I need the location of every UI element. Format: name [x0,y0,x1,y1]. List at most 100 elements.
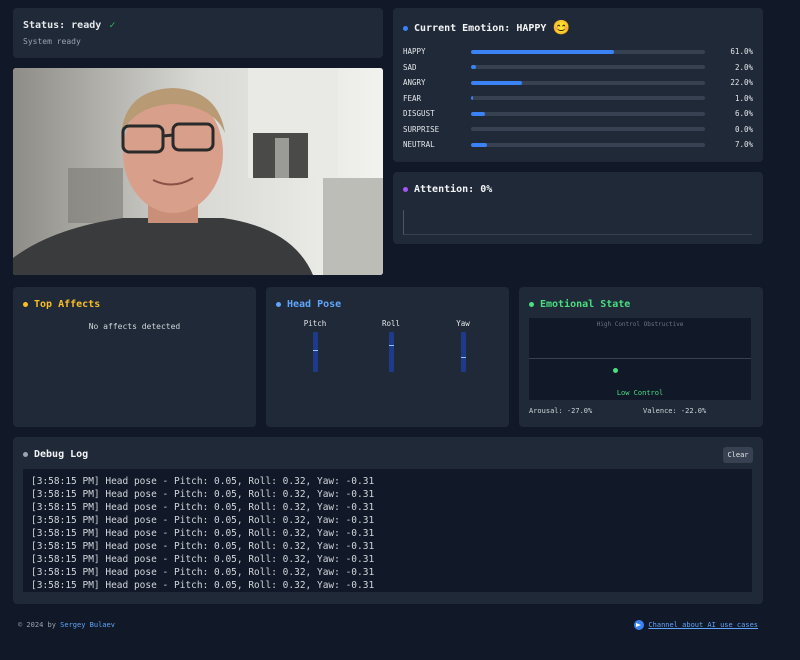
emotion-bar-track [471,80,705,85]
attention-title: Attention: 0% [414,184,493,195]
emotion-bar-fill [471,80,523,85]
emotion-bar-fill [471,49,614,54]
log-line: [3:58:15 PM] Head pose - Pitch: 0.05, Ro… [31,476,375,487]
author-link[interactable]: Sergey Bulaev [60,621,115,629]
emotion-label: HAPPY [403,47,426,57]
affects-title: Top Affects [34,299,101,310]
affects-empty-message: No affects detected [88,322,181,331]
affects-panel: Top Affects No affects detected [13,287,256,427]
emotion-title: Current Emotion: HAPPY [414,22,547,34]
debug-header: Debug Log [23,449,753,460]
emotion-bar-track [471,49,705,54]
emotion-list: HAPPY 61.0% SAD 2.0% ANGRY 22.0% FEAR 1.0% DISGU… [403,44,753,153]
log-line: [3:58:15 PM] Head pose - Pitch: 0.05, Ro… [31,489,375,500]
emotion-row: HAPPY 61.0% [403,44,753,60]
emotion-panel: Current Emotion: HAPPY 😊 HAPPY 61.0% SAD 2.… [393,8,763,162]
emotion-bar-track [471,96,705,101]
pose-label: Yaw [456,319,470,328]
emotion-percent: 2.0% [734,62,753,72]
emotion-label: DISGUST [403,109,435,119]
clear-button[interactable]: Clear [723,447,753,463]
emotion-percent: 7.0% [734,140,753,150]
arousal-value: Arousal: -27.0% [529,407,593,415]
emotional-state-plot: High Control Obstructive Low Control [529,318,751,400]
emotion-bar-track [471,142,705,147]
emotional-state-header: Emotional State [529,299,753,310]
emotional-state-title: Emotional State [540,299,631,310]
pose-bar [312,332,318,372]
emotion-row: FEAR 1.0% [403,91,753,107]
footer-credits: © 2024 by Sergey Bulaev [18,621,115,629]
emotion-percent: 6.0% [734,109,753,119]
blue-dot-icon [403,25,408,31]
emotion-row: ANGRY 22.0% [403,75,753,91]
debug-log[interactable]: [3:58:15 PM] Head pose - Pitch: 0.05, Ro… [23,469,752,592]
status-panel: Status: ready ✓ System ready [13,8,383,58]
emotion-label: SURPRISE [403,124,440,134]
emotional-state-panel: Emotional State High Control Obstructive… [519,287,763,427]
pose-marker [388,345,394,346]
green-dot-icon [529,302,534,307]
emotion-bar-track [471,65,705,70]
purple-dot-icon [403,187,408,192]
pose-marker [460,357,466,358]
attention-header: Attention: 0% [403,184,753,195]
emotion-point [613,367,619,373]
check-icon: ✓ [109,20,116,31]
debug-title: Debug Log [34,449,89,460]
attention-graph [403,210,752,235]
emotion-percent: 0.0% [734,124,753,134]
emotion-bar-track [471,127,705,132]
pose-gauge-roll: Roll [371,319,411,372]
pose-gauge-yaw: Yaw [443,319,483,372]
pose-bar [388,332,394,372]
webcam-image [13,68,383,275]
status-label: Status: ready [23,20,102,31]
log-line: [3:58:15 PM] Head pose - Pitch: 0.05, Ro… [31,567,375,578]
status-line: Status: ready ✓ [23,20,373,31]
emotion-bar-fill [471,111,486,116]
emotion-label: ANGRY [403,78,426,88]
log-line: [3:58:15 PM] Head pose - Pitch: 0.05, Ro… [31,515,375,526]
yellow-dot-icon [23,302,28,307]
plot-top-label: High Control Obstructive [596,321,684,328]
log-line: [3:58:15 PM] Head pose - Pitch: 0.05, Ro… [31,554,375,565]
pose-gauge-pitch: Pitch [295,319,335,372]
emotion-percent: 1.0% [734,93,753,103]
emotion-header: Current Emotion: HAPPY 😊 [403,20,753,36]
plot-bottom-label: Low Control [616,389,664,397]
emotion-bar-fill [471,65,476,70]
telegram-icon [634,620,645,630]
emotion-label: FEAR [403,93,422,103]
attention-panel: Attention: 0% [393,172,763,244]
blue-dot-icon [276,302,281,307]
emotion-label: NEUTRAL [403,140,435,150]
gray-dot-icon [23,452,28,457]
channel-label: Channel about AI use cases [648,621,758,629]
head-pose-header: Head Pose [276,299,499,310]
log-line: [3:58:15 PM] Head pose - Pitch: 0.05, Ro… [31,541,375,552]
pose-bar [460,332,466,372]
copyright-text: © 2024 by [18,621,56,629]
status-message: System ready [23,37,81,46]
emotion-percent: 22.0% [730,78,753,88]
emotion-label: SAD [403,62,417,72]
log-line: [3:58:15 PM] Head pose - Pitch: 0.05, Ro… [31,580,375,591]
pose-label: Roll [381,319,401,328]
pose-marker [312,350,318,351]
smiley-icon: 😊 [552,20,570,36]
plot-axis [529,358,751,359]
emotion-percent: 61.0% [730,47,753,57]
log-line: [3:58:15 PM] Head pose - Pitch: 0.05, Ro… [31,502,375,513]
emotion-bar-fill [471,96,474,101]
head-pose-panel: Head Pose Pitch Roll Yaw [266,287,509,427]
emotion-bar-track [471,111,705,116]
emotion-row: DISGUST 6.0% [403,106,753,122]
affects-header: Top Affects [23,299,246,310]
emotion-row: SAD 2.0% [403,60,753,76]
log-line: [3:58:15 PM] Head pose - Pitch: 0.05, Ro… [31,528,375,539]
channel-link[interactable]: Channel about AI use cases [634,620,758,630]
valence-value: Valence: -22.0% [643,407,707,415]
pose-label: Pitch [303,319,327,328]
emotion-row: NEUTRAL 7.0% [403,137,753,153]
